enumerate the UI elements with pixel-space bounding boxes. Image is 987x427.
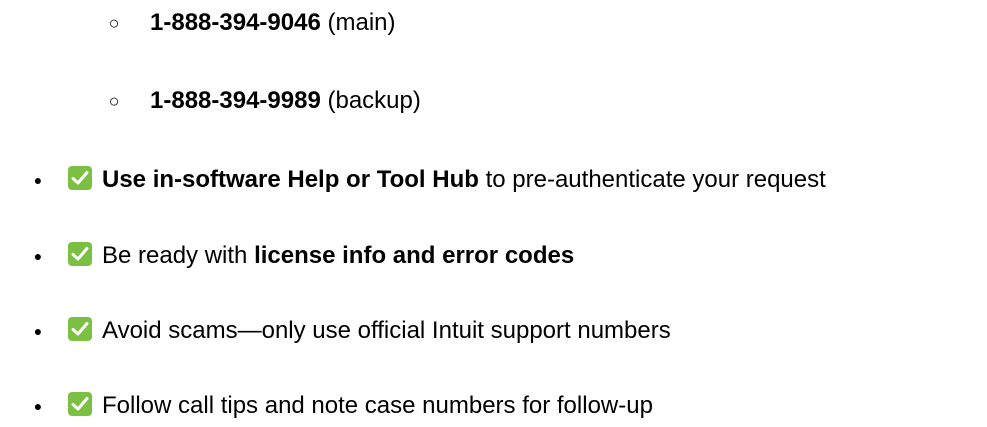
item-bold-text: Use in-software Help or Tool Hub [102,166,479,193]
item-text: Be ready with [102,242,255,269]
item-text: Follow call tips and note case numbers f… [102,392,653,419]
item-text: to pre-authenticate your request [478,166,826,193]
check-mark-icon [68,166,92,190]
check-mark-icon [68,317,92,341]
phone-number-main: 1-888-394-9046 [150,9,321,36]
solid-bullet-icon: ● [33,398,43,414]
sub-list-item: 1-888-394-9989 (backup) [150,86,421,116]
list-item: Avoid scams—only use official Intuit sup… [68,316,671,346]
hollow-bullet-icon: ○ [108,13,120,33]
list-item: Use in-software Help or Tool Hub to pre-… [68,165,826,195]
hollow-bullet-icon: ○ [108,91,120,111]
check-mark-icon [68,242,92,266]
solid-bullet-icon: ● [33,323,43,339]
phone-number-backup: 1-888-394-9989 [150,87,321,114]
item-bold-text: license info and error codes [254,242,575,269]
solid-bullet-icon: ● [33,248,43,264]
phone-note: (main) [320,9,396,36]
list-item: Be ready with license info and error cod… [68,241,574,271]
solid-bullet-icon: ● [33,172,43,188]
check-mark-icon [68,392,92,416]
item-text: Avoid scams—only use official Intuit sup… [102,317,671,344]
phone-note: (backup) [320,87,421,114]
sub-list-item: 1-888-394-9046 (main) [150,8,395,38]
list-item: Follow call tips and note case numbers f… [68,391,653,421]
